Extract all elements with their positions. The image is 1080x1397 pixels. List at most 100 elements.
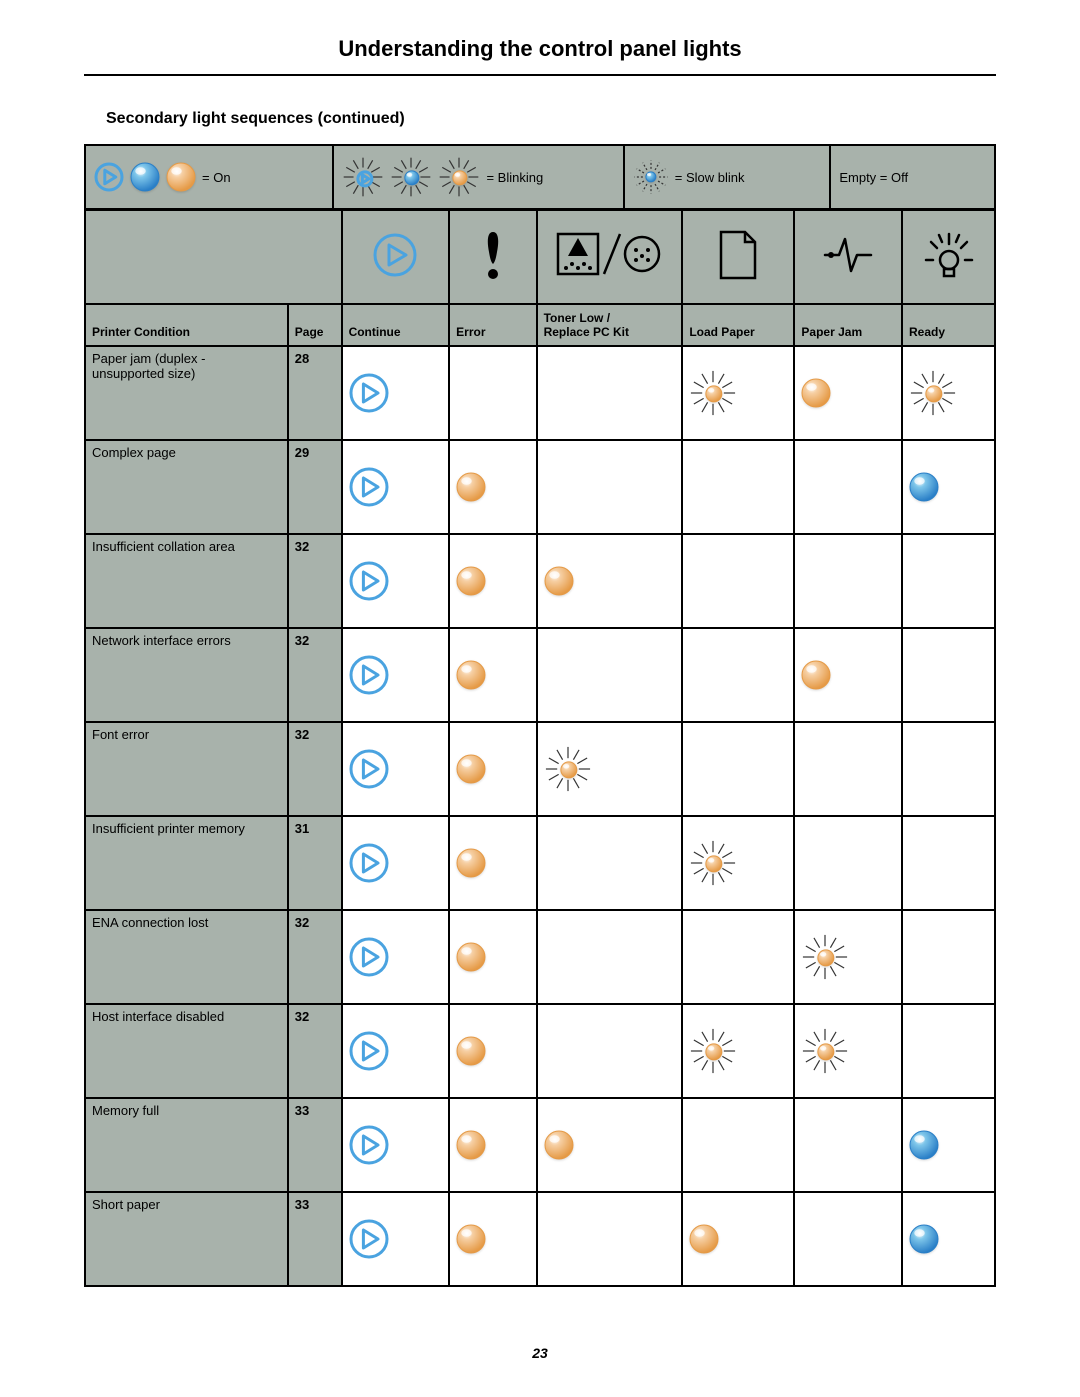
condition-cell: Insufficient printer memory <box>86 816 288 910</box>
condition-cell: Complex page <box>86 440 288 534</box>
page-cell: 33 <box>288 1098 342 1192</box>
light-cell <box>537 816 683 910</box>
light-cell <box>682 534 794 628</box>
col-page: Page <box>288 304 342 346</box>
paperjam-header-icon <box>794 210 902 305</box>
light-cell <box>682 346 794 440</box>
legend-off-label: Empty = Off <box>839 170 908 185</box>
light-cell <box>682 816 794 910</box>
page-cell: 32 <box>288 628 342 722</box>
orange-blink-icon <box>438 156 480 198</box>
condition-cell: Short paper <box>86 1192 288 1285</box>
light-cell <box>449 440 536 534</box>
page-cell: 32 <box>288 910 342 1004</box>
light-cell <box>342 816 450 910</box>
light-cell <box>794 910 902 1004</box>
light-cell <box>682 910 794 1004</box>
error-header-icon <box>449 210 536 305</box>
light-cell <box>902 346 994 440</box>
light-cell <box>449 534 536 628</box>
light-cell <box>682 628 794 722</box>
condition-cell: Host interface disabled <box>86 1004 288 1098</box>
condition-cell: ENA connection lost <box>86 910 288 1004</box>
light-cell <box>537 910 683 1004</box>
light-cell <box>537 1004 683 1098</box>
legend-slowblink: = Slow blink <box>623 146 830 208</box>
condition-cell: Font error <box>86 722 288 816</box>
light-sequence-chart: = On = Blinking <box>84 144 996 1287</box>
light-cell <box>682 440 794 534</box>
column-icon-row <box>86 210 994 305</box>
loadpaper-header-icon <box>682 210 794 305</box>
light-cell <box>449 722 536 816</box>
col-error: Error <box>449 304 536 346</box>
light-cell <box>794 1004 902 1098</box>
light-cell <box>449 1098 536 1192</box>
continue-blink-icon <box>342 156 384 198</box>
light-cell <box>342 1004 450 1098</box>
light-cell <box>794 816 902 910</box>
legend-blinking: = Blinking <box>332 146 622 208</box>
light-cell <box>902 910 994 1004</box>
light-cell <box>682 1192 794 1285</box>
blue-on-icon <box>130 162 160 192</box>
light-cell <box>342 1098 450 1192</box>
light-cell <box>449 816 536 910</box>
page-cell: 32 <box>288 534 342 628</box>
legend-off: Empty = Off <box>829 146 994 208</box>
light-cell <box>794 440 902 534</box>
light-cell <box>682 1098 794 1192</box>
legend-blinking-label: = Blinking <box>486 170 543 185</box>
light-cell <box>342 440 450 534</box>
light-cell <box>449 1004 536 1098</box>
light-cell <box>537 722 683 816</box>
continue-header-icon <box>342 210 450 305</box>
light-cell <box>537 628 683 722</box>
light-cell <box>682 722 794 816</box>
blue-slowblink-icon <box>633 159 669 195</box>
col-load-paper: Load Paper <box>682 304 794 346</box>
table-row: Complex page29 <box>86 440 994 534</box>
light-cell <box>794 346 902 440</box>
light-cell <box>794 1098 902 1192</box>
light-cell <box>902 1098 994 1192</box>
table-row: ENA connection lost32 <box>86 910 994 1004</box>
light-cell <box>449 628 536 722</box>
table-row: Network interface errors32 <box>86 628 994 722</box>
light-cell <box>902 534 994 628</box>
light-cell <box>342 1192 450 1285</box>
table-row: Memory full33 <box>86 1098 994 1192</box>
condition-cell: Insufficient collation area <box>86 534 288 628</box>
light-cell <box>342 722 450 816</box>
light-cell <box>902 816 994 910</box>
col-continue: Continue <box>342 304 450 346</box>
condition-cell: Paper jam (duplex - unsupported size) <box>86 346 288 440</box>
light-cell <box>537 1192 683 1285</box>
page-cell: 29 <box>288 440 342 534</box>
orange-on-icon <box>166 162 196 192</box>
light-cell <box>794 628 902 722</box>
condition-cell: Network interface errors <box>86 628 288 722</box>
light-cell <box>902 722 994 816</box>
light-cell <box>902 628 994 722</box>
light-cell <box>537 1098 683 1192</box>
title-rule <box>84 74 996 76</box>
page-cell: 32 <box>288 1004 342 1098</box>
page-cell: 33 <box>288 1192 342 1285</box>
page-cell: 28 <box>288 346 342 440</box>
light-cell <box>794 534 902 628</box>
col-toner: Toner Low / Replace PC Kit <box>537 304 683 346</box>
table-row: Insufficient collation area32 <box>86 534 994 628</box>
col-ready: Ready <box>902 304 994 346</box>
table-row: Host interface disabled32 <box>86 1004 994 1098</box>
table-row: Insufficient printer memory31 <box>86 816 994 910</box>
light-cell <box>682 1004 794 1098</box>
ready-header-icon <box>902 210 994 305</box>
table-row: Paper jam (duplex - unsupported size)28 <box>86 346 994 440</box>
light-cell <box>342 346 450 440</box>
page-number: 23 <box>0 1345 1080 1361</box>
light-cell <box>449 346 536 440</box>
legend-row: = On = Blinking <box>86 146 994 208</box>
light-table: Printer Condition Page Continue Error To… <box>86 208 994 1285</box>
col-printer-condition: Printer Condition <box>86 304 288 346</box>
